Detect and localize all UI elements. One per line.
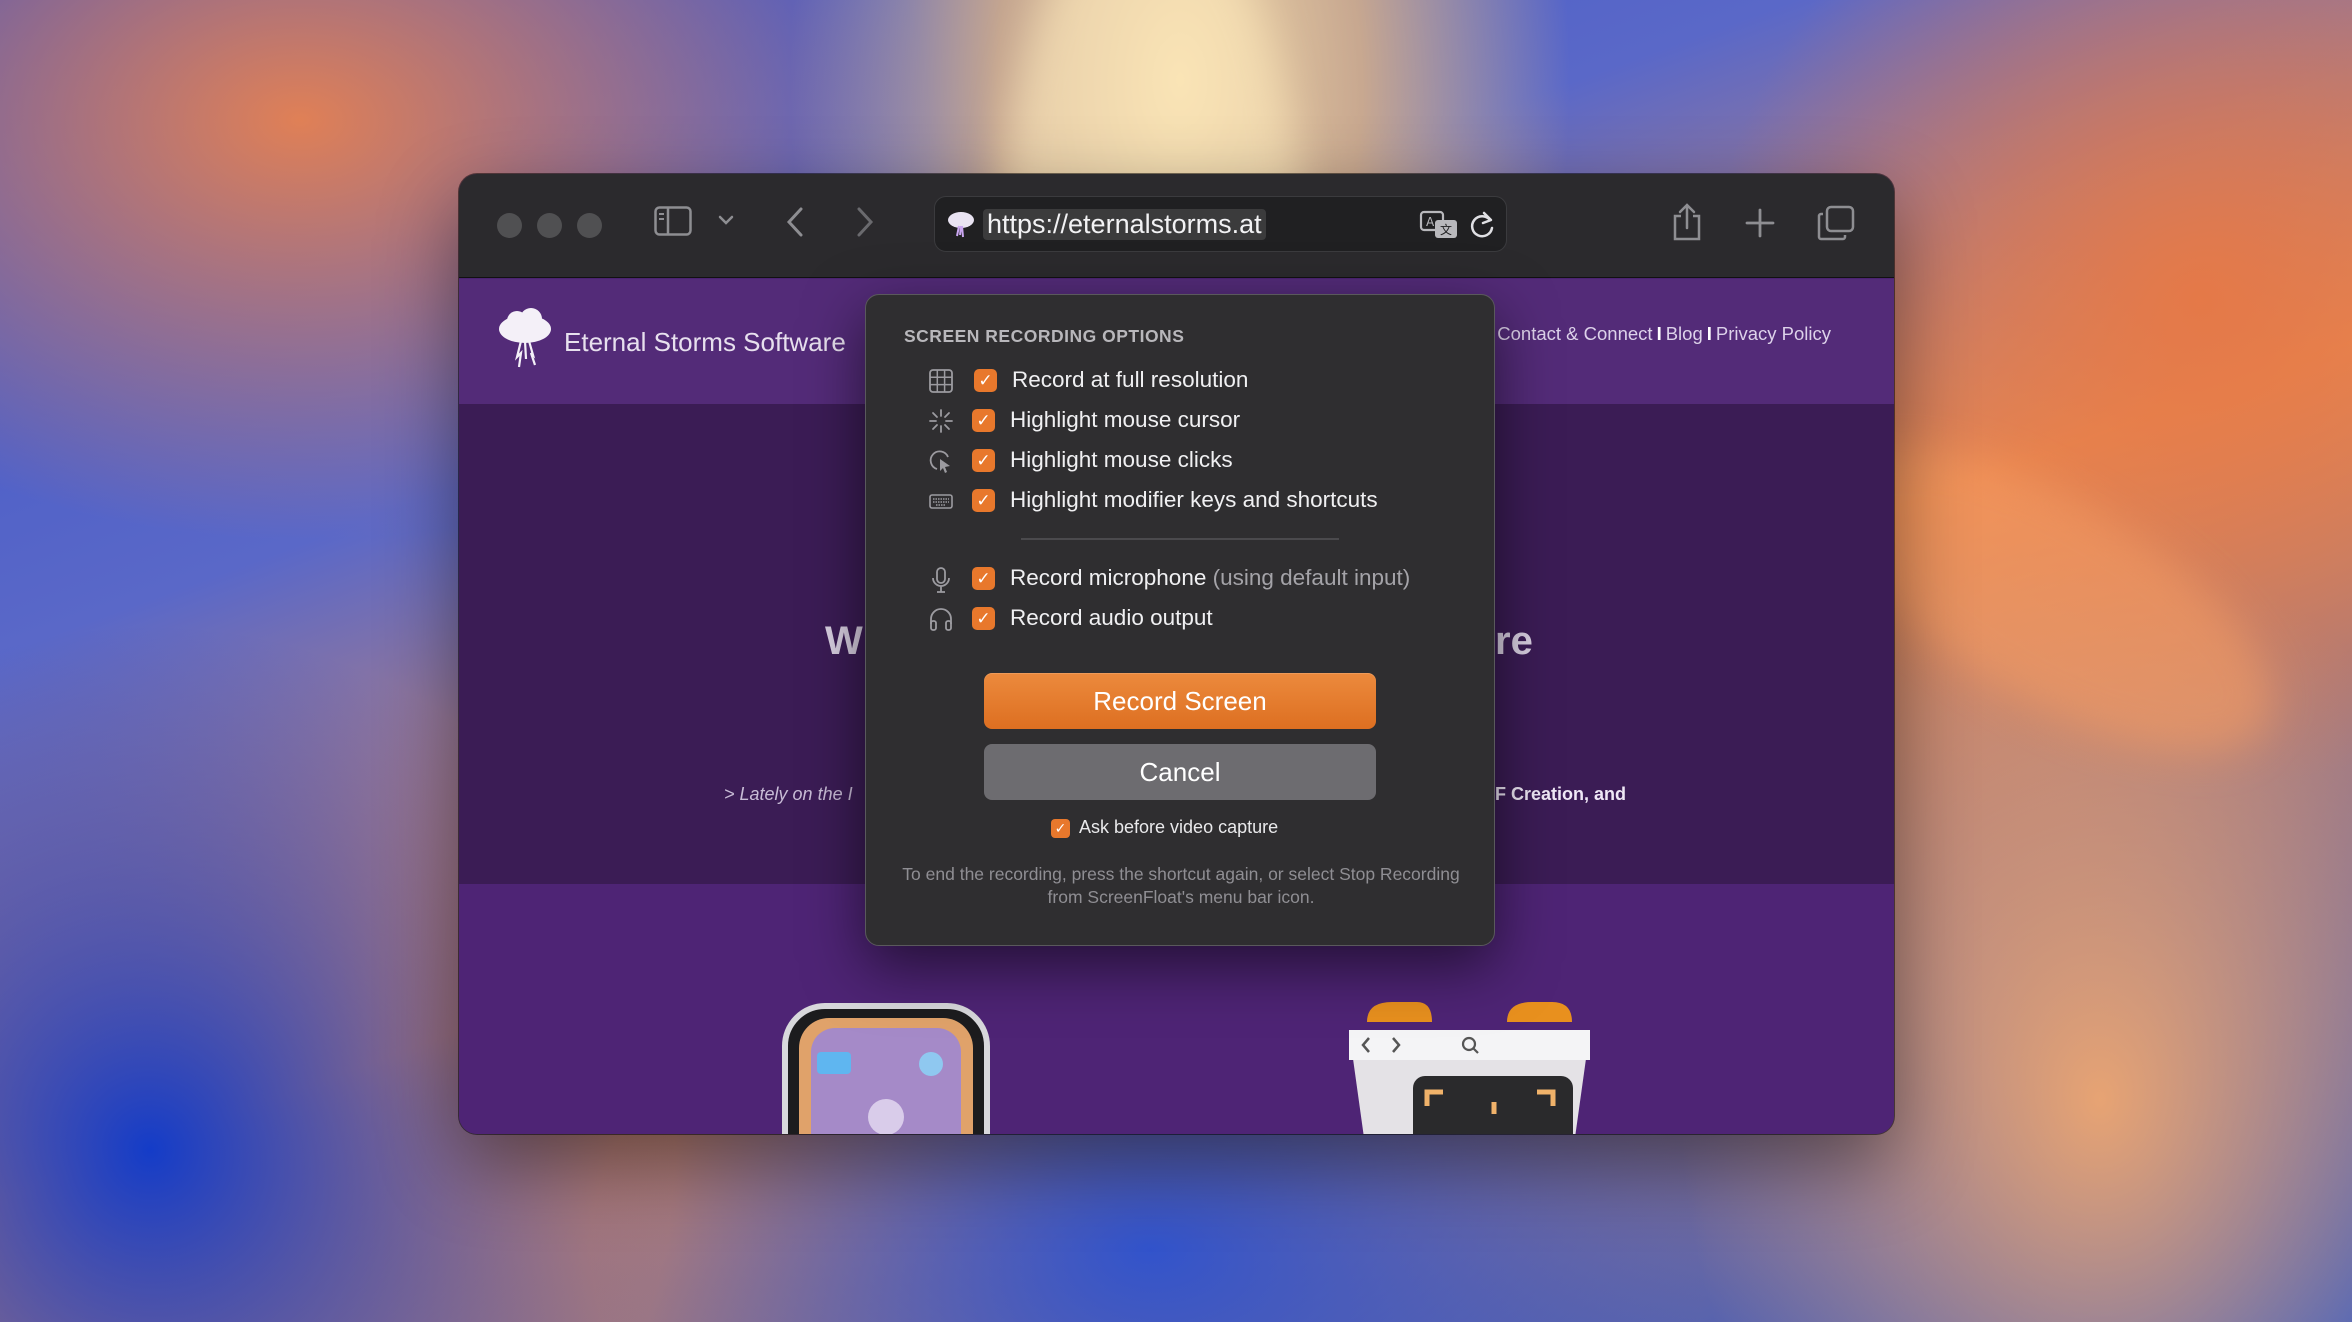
keyboard-icon: [928, 488, 954, 514]
options-divider: [1021, 538, 1339, 540]
highlight-cursor-checkbox[interactable]: ✓: [972, 409, 995, 432]
option-highlight-cursor[interactable]: ✓ Highlight mouse cursor: [866, 405, 1494, 437]
reload-icon[interactable]: [1468, 210, 1496, 240]
end-recording-hint: To end the recording, press the shortcut…: [902, 864, 1460, 907]
share-icon[interactable]: [1671, 202, 1703, 242]
microphone-label: Record microphone (using default input): [1010, 565, 1410, 591]
browser-toolbar: https://eternalstorms.at A文: [459, 174, 1894, 278]
hero-heading-right: re: [1495, 619, 1533, 663]
app-icon-left[interactable]: [781, 1002, 991, 1134]
dialog-heading: SCREEN RECORDING OPTIONS: [904, 326, 1185, 346]
storm-logo-icon[interactable]: [495, 307, 555, 369]
forward-icon[interactable]: [854, 206, 876, 238]
option-highlight-keys[interactable]: ✓ Highlight modifier keys and shortcuts: [866, 485, 1494, 517]
site-favicon-icon: [945, 208, 977, 240]
option-microphone[interactable]: ✓ Record microphone (using default input…: [866, 563, 1494, 595]
highlight-keys-checkbox[interactable]: ✓: [972, 489, 995, 512]
highlight-clicks-checkbox[interactable]: ✓: [972, 449, 995, 472]
highlight-clicks-label: Highlight mouse clicks: [1010, 447, 1233, 472]
highlight-keys-label: Highlight modifier keys and shortcuts: [1010, 487, 1378, 512]
ask-before-capture-checkbox[interactable]: ✓: [1051, 819, 1070, 838]
option-full-resolution[interactable]: ✓ Record at full resolution: [866, 365, 1494, 397]
site-title[interactable]: Eternal Storms Software: [564, 327, 846, 358]
microphone-icon: [928, 566, 954, 593]
option-audio-output[interactable]: ✓ Record audio output: [866, 603, 1494, 635]
record-screen-button[interactable]: Record Screen: [984, 673, 1376, 729]
lately-text: > Lately on the I: [724, 784, 853, 804]
nav-item-contact[interactable]: Contact & Connect: [1497, 323, 1652, 344]
back-icon[interactable]: [784, 206, 806, 238]
sidebar-icon[interactable]: [654, 206, 692, 236]
cursor-highlight-icon: [928, 408, 954, 434]
ask-before-capture-label: Ask before video capture: [1079, 817, 1279, 837]
audio-output-checkbox[interactable]: ✓: [972, 607, 995, 630]
nav-item-blog[interactable]: Blog: [1666, 323, 1703, 344]
site-nav: tIContact & ConnectIBlogIPrivacy Policy: [1479, 323, 1831, 345]
app-icon-right[interactable]: [1347, 1002, 1592, 1134]
mouse-click-icon: [928, 448, 954, 474]
microphone-checkbox[interactable]: ✓: [972, 567, 995, 590]
hero-heading-left: W: [825, 619, 863, 663]
full-resolution-label: Record at full resolution: [1012, 367, 1249, 392]
url-text[interactable]: https://eternalstorms.at: [983, 209, 1266, 240]
cancel-button[interactable]: Cancel: [984, 744, 1376, 800]
nav-item-privacy[interactable]: Privacy Policy: [1716, 323, 1831, 344]
tab-overview-icon[interactable]: [1817, 205, 1855, 241]
creation-link[interactable]: F Creation, and: [1495, 784, 1626, 805]
chevron-down-icon[interactable]: [718, 212, 734, 228]
zoom-window-button[interactable]: [577, 213, 602, 238]
nav-separator: I: [1656, 323, 1662, 344]
audio-output-label: Record audio output: [1010, 605, 1213, 630]
headphones-icon: [928, 606, 954, 632]
close-window-button[interactable]: [497, 213, 522, 238]
translate-icon[interactable]: A文: [1419, 210, 1459, 240]
new-tab-icon[interactable]: [1745, 208, 1775, 238]
option-highlight-clicks[interactable]: ✓ Highlight mouse clicks: [866, 445, 1494, 477]
screen-recording-dialog: SCREEN RECORDING OPTIONS ✓ Record at ful…: [865, 294, 1495, 946]
svg-text:A: A: [1426, 215, 1435, 229]
microphone-label-main: Record microphone: [1010, 565, 1207, 590]
nav-separator: I: [1706, 323, 1712, 344]
microphone-label-suffix: (using default input): [1212, 565, 1411, 590]
grid-icon: [928, 368, 954, 394]
address-bar[interactable]: https://eternalstorms.at A文: [934, 196, 1507, 252]
minimize-window-button[interactable]: [537, 213, 562, 238]
svg-text:文: 文: [1440, 222, 1452, 237]
full-resolution-checkbox[interactable]: ✓: [974, 369, 997, 392]
highlight-cursor-label: Highlight mouse cursor: [1010, 407, 1241, 432]
